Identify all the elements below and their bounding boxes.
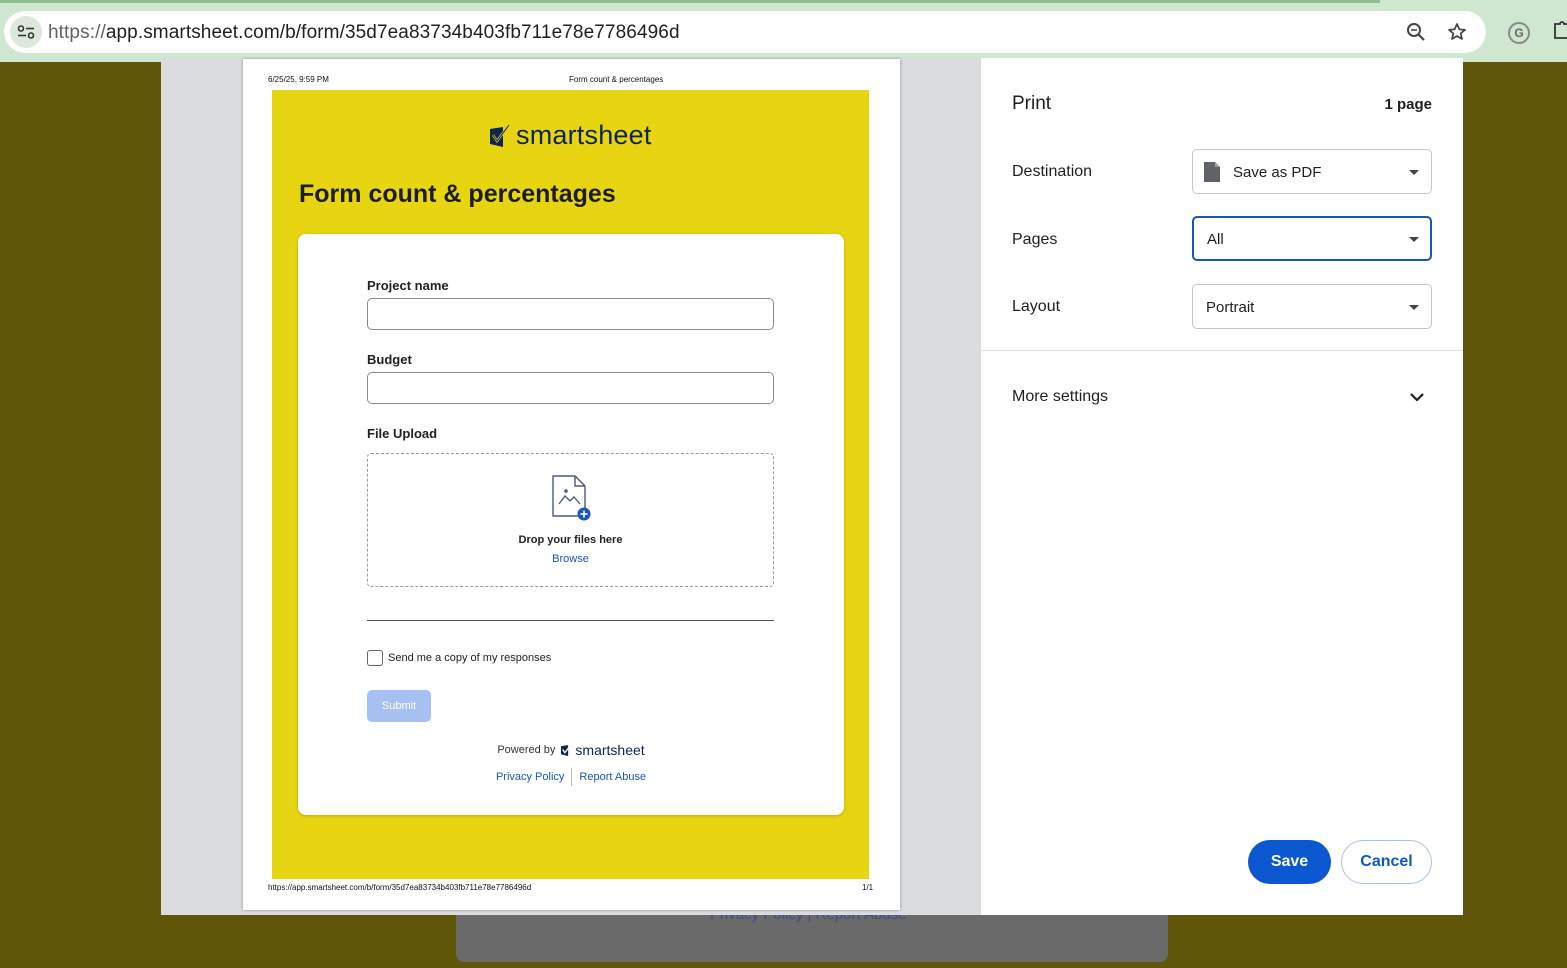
pages-label: Pages xyxy=(1012,231,1058,248)
tab-strip-accent xyxy=(0,0,1380,3)
file-upload-label: File Upload xyxy=(367,426,438,441)
layout-value: Portrait xyxy=(1206,299,1255,316)
url-protocol: https:// xyxy=(48,22,106,43)
form-title: Form count & percentages xyxy=(299,180,616,208)
form-footer-links: Privacy Policy Report Abuse xyxy=(298,768,844,786)
zoom-icon[interactable] xyxy=(1405,21,1427,43)
cancel-button[interactable]: Cancel xyxy=(1341,840,1432,884)
chevron-down-icon xyxy=(1409,305,1419,310)
more-settings-toggle[interactable]: More settings xyxy=(1012,388,1108,406)
send-copy-checkbox[interactable] xyxy=(367,650,383,666)
page-count: 1 page xyxy=(1384,96,1432,113)
page-footer-url: https://app.smartsheet.com/b/form/35d7ea… xyxy=(268,883,532,892)
smartsheet-small-logo-icon xyxy=(561,744,573,756)
document-icon xyxy=(1204,162,1220,182)
save-button[interactable]: Save xyxy=(1248,840,1331,884)
print-dialog: 6/25/25, 9:59 PM Form count & percentage… xyxy=(161,58,1463,915)
address-bar[interactable]: https://app.smartsheet.com/b/form/35d7ea… xyxy=(4,11,1486,53)
submit-button[interactable]: Submit xyxy=(367,690,431,722)
powered-by-text: Powered by xyxy=(497,744,556,756)
privacy-policy-link[interactable]: Privacy Policy xyxy=(496,771,564,783)
dropzone-text: Drop your files here xyxy=(518,534,623,546)
expand-chevron-icon[interactable] xyxy=(1408,388,1426,406)
powered-by-brand: smartsheet xyxy=(561,742,645,758)
powered-by: Powered by smartsheet xyxy=(298,742,844,758)
project-name-label: Project name xyxy=(367,278,449,293)
print-preview-area: 6/25/25, 9:59 PM Form count & percentage… xyxy=(161,58,981,915)
project-name-input[interactable] xyxy=(367,298,774,330)
budget-label: Budget xyxy=(367,352,412,367)
url-text[interactable]: https://app.smartsheet.com/b/form/35d7ea… xyxy=(48,22,680,44)
pages-value: All xyxy=(1207,231,1224,248)
browse-link[interactable]: Browse xyxy=(368,553,773,565)
smartsheet-logo-icon xyxy=(490,124,510,147)
file-dropzone[interactable]: Drop your files here Browse xyxy=(367,453,774,587)
send-copy-label: Send me a copy of my responses xyxy=(388,652,552,664)
chevron-down-icon xyxy=(1409,237,1419,242)
chevron-down-icon xyxy=(1409,170,1419,175)
form-background: smartsheet Form count & percentages Proj… xyxy=(272,90,869,879)
destination-value: Save as PDF xyxy=(1233,164,1322,181)
url-host-path: app.smartsheet.com/b/form/35d7ea83734b40… xyxy=(105,22,680,43)
page-footer-number: 1/1 xyxy=(862,883,874,892)
layout-label: Layout xyxy=(1012,298,1061,315)
grammarly-extension-icon[interactable]: G xyxy=(1508,22,1530,44)
link-separator xyxy=(571,768,573,786)
destination-label: Destination xyxy=(1012,163,1093,180)
settings-divider xyxy=(981,350,1463,351)
browser-toolbar: https://app.smartsheet.com/b/form/35d7ea… xyxy=(0,0,1567,62)
budget-input[interactable] xyxy=(367,372,774,404)
print-settings-panel: Print 1 page Destination Save as PDF Pag… xyxy=(981,58,1463,915)
form-card: Project name Budget File Upload Drop you… xyxy=(298,234,844,815)
destination-select[interactable]: Save as PDF xyxy=(1192,149,1432,194)
bookmark-star-icon[interactable] xyxy=(1446,21,1468,43)
site-settings-icon[interactable] xyxy=(10,16,42,48)
form-divider xyxy=(367,620,774,621)
brand-logo: smartsheet xyxy=(490,120,652,151)
layout-select[interactable]: Portrait xyxy=(1192,284,1432,329)
report-abuse-link[interactable]: Report Abuse xyxy=(579,771,646,783)
print-title: Print xyxy=(1012,93,1052,114)
extensions-puzzle-icon[interactable] xyxy=(1552,20,1567,42)
preview-page: 6/25/25, 9:59 PM Form count & percentage… xyxy=(243,59,900,910)
brand-name: smartsheet xyxy=(516,120,652,150)
pages-select[interactable]: All xyxy=(1192,216,1432,261)
page-header-title: Form count & percentages xyxy=(569,75,664,84)
page-header-date: 6/25/25, 9:59 PM xyxy=(268,75,329,84)
powered-brand-name: smartsheet xyxy=(575,742,645,758)
file-upload-icon xyxy=(552,475,591,521)
